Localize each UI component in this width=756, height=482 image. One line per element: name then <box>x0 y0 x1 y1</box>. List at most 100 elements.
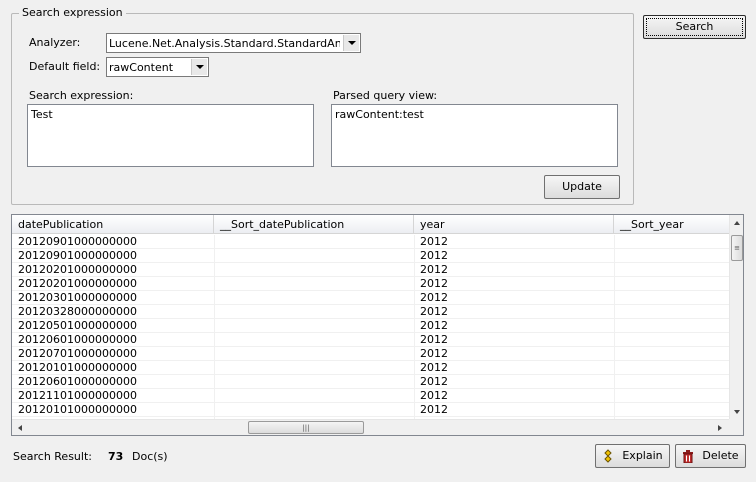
row-divider <box>12 416 731 417</box>
table-row[interactable]: 20120101000000000 2012 <box>12 361 731 375</box>
table-row[interactable]: 20120101000000000 2012 <box>12 403 731 417</box>
table-cell[interactable] <box>614 249 731 263</box>
table-cell[interactable] <box>614 403 731 417</box>
table-row[interactable]: 20120901000000000 2012 <box>12 249 731 263</box>
table-cell[interactable]: 20120601000000000 <box>12 375 214 389</box>
table-cell[interactable]: 20120101000000000 <box>12 403 214 417</box>
horizontal-scroll-thumb[interactable]: ||| <box>248 421 364 434</box>
table-cell[interactable]: 20121101000000000 <box>12 389 214 403</box>
table-cell[interactable] <box>614 291 731 305</box>
results-grid[interactable]: datePublication __Sort_datePublication y… <box>11 214 744 436</box>
table-cell[interactable] <box>214 361 414 375</box>
table-row[interactable]: 20120501000000000 2012 <box>12 319 731 333</box>
arrow-up-icon <box>734 221 740 225</box>
search-button[interactable]: Search <box>643 15 746 39</box>
table-cell[interactable] <box>214 333 414 347</box>
scroll-right-button[interactable] <box>712 420 728 435</box>
column-header-datepublication[interactable]: datePublication <box>12 215 214 234</box>
table-cell[interactable]: 2012 <box>414 277 614 291</box>
table-row[interactable]: 20120201000000000 2012 <box>12 263 731 277</box>
table-row[interactable]: 20120601000000000 2012 <box>12 375 731 389</box>
table-row[interactable]: 20120201000000000 2012 <box>12 277 731 291</box>
table-cell[interactable] <box>614 277 731 291</box>
table-cell[interactable]: 2012 <box>414 347 614 361</box>
table-cell[interactable] <box>214 347 414 361</box>
table-cell[interactable]: 20120101000000000 <box>12 361 214 375</box>
table-cell[interactable] <box>614 389 731 403</box>
table-cell[interactable]: 20120901000000000 <box>12 235 214 249</box>
scroll-left-button[interactable] <box>12 420 28 435</box>
column-header-sort-year[interactable]: __Sort_year <box>614 215 731 234</box>
table-cell[interactable] <box>614 347 731 361</box>
table-cell[interactable]: 2012 <box>414 291 614 305</box>
table-cell[interactable] <box>614 263 731 277</box>
search-result-unit: Doc(s) <box>132 450 168 463</box>
table-row[interactable]: 20120301000000000 2012 <box>12 291 731 305</box>
table-cell[interactable] <box>214 319 414 333</box>
delete-button-label: Delete <box>702 449 739 462</box>
table-cell[interactable] <box>614 235 731 249</box>
table-cell[interactable]: 20120701000000000 <box>12 347 214 361</box>
table-cell[interactable]: 2012 <box>414 319 614 333</box>
explain-button-label: Explain <box>622 449 663 462</box>
horizontal-scrollbar[interactable]: ||| <box>12 419 731 435</box>
table-cell[interactable]: 2012 <box>414 389 614 403</box>
column-header-year[interactable]: year <box>414 215 614 234</box>
vertical-scroll-thumb[interactable]: ≡ <box>731 235 743 261</box>
analyzer-combobox[interactable]: Lucene.Net.Analysis.Standard.StandardAna… <box>106 33 361 53</box>
chevron-down-icon[interactable] <box>343 35 359 51</box>
table-cell[interactable]: 2012 <box>414 249 614 263</box>
table-cell[interactable]: 20120201000000000 <box>12 263 214 277</box>
analyzer-label: Analyzer: <box>29 36 81 49</box>
table-cell[interactable] <box>214 249 414 263</box>
table-cell[interactable] <box>614 333 731 347</box>
update-button[interactable]: Update <box>544 175 620 199</box>
scroll-up-button[interactable] <box>730 215 743 231</box>
table-cell[interactable]: 2012 <box>414 263 614 277</box>
table-cell[interactable] <box>214 403 414 417</box>
table-cell[interactable]: 20120201000000000 <box>12 277 214 291</box>
default-field-combobox[interactable]: rawContent <box>106 57 209 77</box>
table-cell[interactable]: 20120501000000000 <box>12 319 214 333</box>
table-cell[interactable]: 2012 <box>414 403 614 417</box>
search-expression-label: Search expression: <box>29 89 134 102</box>
scroll-down-button[interactable] <box>730 404 743 420</box>
table-cell[interactable] <box>214 277 414 291</box>
table-cell[interactable] <box>614 375 731 389</box>
vertical-scrollbar[interactable]: ≡ <box>729 215 743 420</box>
table-cell[interactable]: 2012 <box>414 235 614 249</box>
explain-button[interactable]: Explain <box>595 444 670 468</box>
table-row[interactable]: 20120901000000000 2012 <box>12 235 731 249</box>
table-cell[interactable] <box>214 235 414 249</box>
table-cell[interactable]: 2012 <box>414 375 614 389</box>
table-row[interactable]: 20120601000000000 2012 <box>12 333 731 347</box>
update-button-label: Update <box>562 180 602 193</box>
table-row[interactable]: 20121101000000000 2012 <box>12 389 731 403</box>
arrow-left-icon <box>18 424 22 431</box>
delete-button[interactable]: Delete <box>675 444 746 468</box>
table-cell[interactable] <box>614 361 731 375</box>
table-cell[interactable] <box>214 291 414 305</box>
parsed-query-view[interactable]: rawContent:test <box>331 104 618 167</box>
table-cell[interactable]: 2012 <box>414 361 614 375</box>
table-cell[interactable]: 20120301000000000 <box>12 291 214 305</box>
table-cell[interactable] <box>214 263 414 277</box>
search-result-count: 73 <box>108 450 124 463</box>
table-cell[interactable]: 20120328000000000 <box>12 305 214 319</box>
explain-icon <box>602 449 614 463</box>
table-cell[interactable] <box>214 375 414 389</box>
table-row[interactable]: 20120701000000000 2012 <box>12 347 731 361</box>
table-cell[interactable]: 20120601000000000 <box>12 333 214 347</box>
table-cell[interactable] <box>614 305 731 319</box>
table-cell[interactable]: 2012 <box>414 305 614 319</box>
table-cell[interactable] <box>214 389 414 403</box>
table-row[interactable]: 20120328000000000 2012 <box>12 305 731 319</box>
table-cell[interactable] <box>614 319 731 333</box>
search-expression-input[interactable]: Test <box>27 104 314 167</box>
table-cell[interactable] <box>214 305 414 319</box>
table-cell[interactable]: 2012 <box>414 333 614 347</box>
table-cell[interactable]: 20120901000000000 <box>12 249 214 263</box>
arrow-right-icon <box>718 424 722 431</box>
chevron-down-icon[interactable] <box>191 59 207 75</box>
column-header-sort-datepublication[interactable]: __Sort_datePublication <box>214 215 414 234</box>
